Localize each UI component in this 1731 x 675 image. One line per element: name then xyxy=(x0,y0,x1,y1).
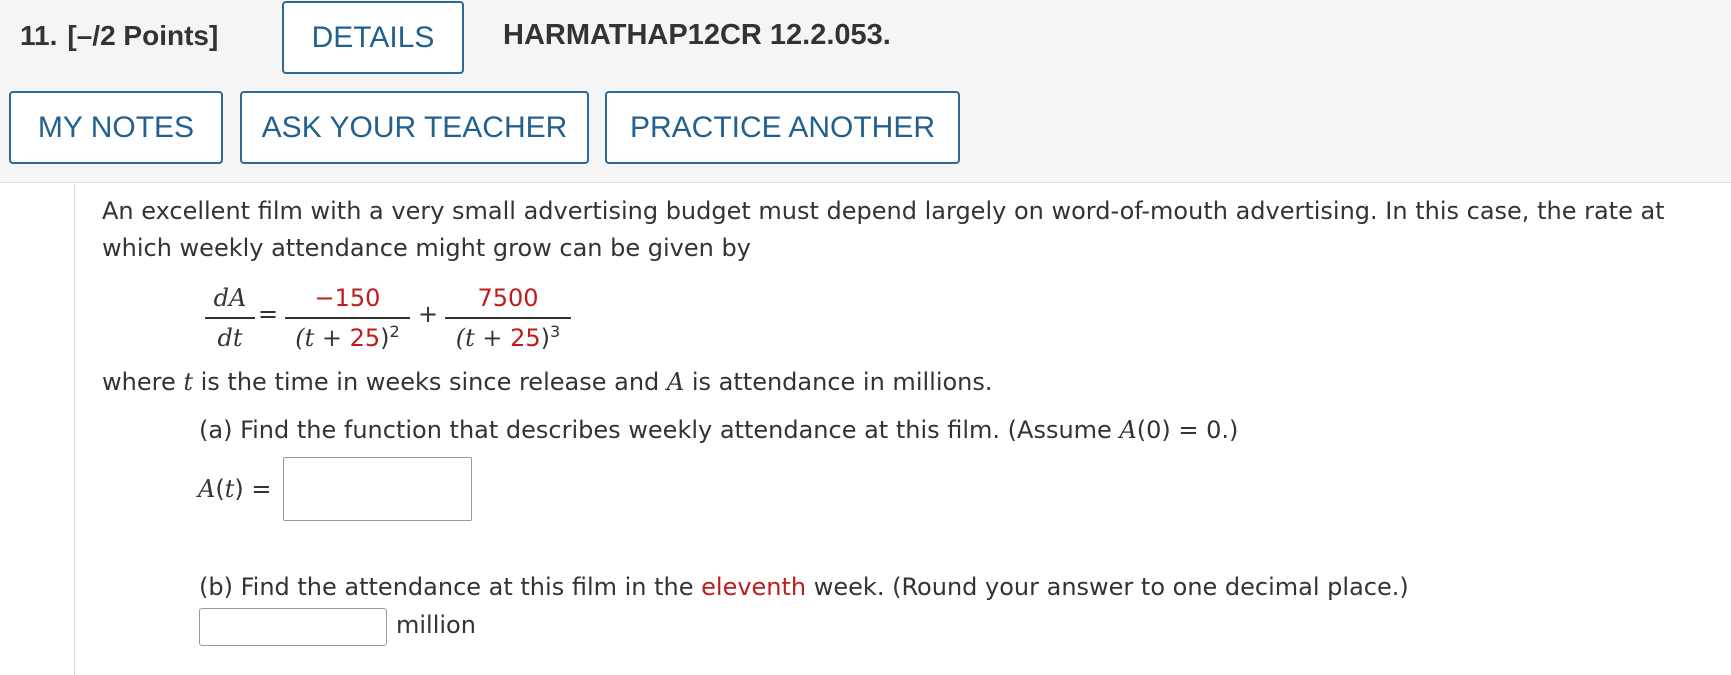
where-part1: where xyxy=(102,368,184,396)
term2-den-suffix: ) xyxy=(540,323,551,352)
problem-where-text: where t is the time in weeks since relea… xyxy=(102,368,993,396)
part-b-highlight: eleventh xyxy=(701,573,807,601)
term1-denominator: (t + 25)2 xyxy=(291,321,403,355)
details-button[interactable]: DETAILS xyxy=(282,1,464,74)
points-label: [–/2 Points] xyxy=(67,20,219,51)
equation-lhs: dA dt xyxy=(205,281,255,355)
label-A: A xyxy=(198,475,216,503)
part-a-text1: (a) Find the function that describes wee… xyxy=(199,416,1120,444)
label-t: t xyxy=(224,475,235,503)
fraction-bar xyxy=(445,317,571,319)
part-a-answer-input[interactable] xyxy=(283,457,472,521)
where-part3: is attendance in millions. xyxy=(684,368,993,396)
part-b-text2: week. (Round your answer to one decimal … xyxy=(806,573,1409,601)
question-number-text: 11. xyxy=(20,20,58,51)
label-rest: ) = xyxy=(234,475,272,503)
part-a-text2: (0) = 0.) xyxy=(1136,416,1239,444)
part-b-answer-input[interactable] xyxy=(199,608,387,646)
part-a-A: A xyxy=(1119,416,1137,444)
fraction-bar xyxy=(285,317,410,319)
term1-exponent: 2 xyxy=(389,321,400,341)
part-b-prompt: (b) Find the attendance at this film in … xyxy=(199,573,1409,601)
question-code: HARMATHAP12CR 12.2.053. xyxy=(503,19,891,51)
content-divider xyxy=(74,184,75,675)
where-part2: is the time in weeks since release and xyxy=(193,368,667,396)
plus-sign: + xyxy=(418,300,439,328)
fraction-bar xyxy=(205,317,255,319)
term1-den-value: 25 xyxy=(349,323,381,352)
term1-den-prefix: (t + xyxy=(295,323,350,352)
practice-another-button[interactable]: PRACTICE ANOTHER xyxy=(605,91,960,164)
part-b-text1: (b) Find the attendance at this film in … xyxy=(199,573,702,601)
term2-exponent: 3 xyxy=(550,321,561,341)
ask-your-teacher-button[interactable]: ASK YOUR TEACHER xyxy=(240,91,589,164)
term2-den-value: 25 xyxy=(510,323,541,352)
equation-term2: 7500 (t + 25)3 xyxy=(445,281,571,355)
question-number: 11. [–/2 Points] xyxy=(20,20,218,52)
my-notes-button[interactable]: MY NOTES xyxy=(9,91,223,164)
equation-term1: −150 (t + 25)2 xyxy=(285,281,410,355)
problem-intro-line1: An excellent film with a very small adve… xyxy=(102,197,1665,225)
problem-intro-line2: which weekly attendance might grow can b… xyxy=(102,234,751,262)
equals-sign: = xyxy=(258,300,279,328)
term2-denominator: (t + 25)3 xyxy=(452,321,564,355)
part-b-unit: million xyxy=(396,611,476,639)
lhs-numerator: dA xyxy=(213,284,247,312)
part-a-answer-label: A(t) = xyxy=(198,475,272,503)
term2-numerator: 7500 xyxy=(477,284,539,312)
term1-den-suffix: ) xyxy=(380,323,390,352)
variable-A: A xyxy=(666,368,685,396)
term1-numerator: −150 xyxy=(314,284,381,312)
term2-den-prefix: (t + xyxy=(455,323,511,352)
lhs-denominator: dt xyxy=(217,323,243,352)
part-a-prompt: (a) Find the function that describes wee… xyxy=(199,416,1238,444)
question-header: 11. [–/2 Points] DETAILS HARMATHAP12CR 12… xyxy=(0,0,1731,183)
variable-t: t xyxy=(183,368,193,396)
